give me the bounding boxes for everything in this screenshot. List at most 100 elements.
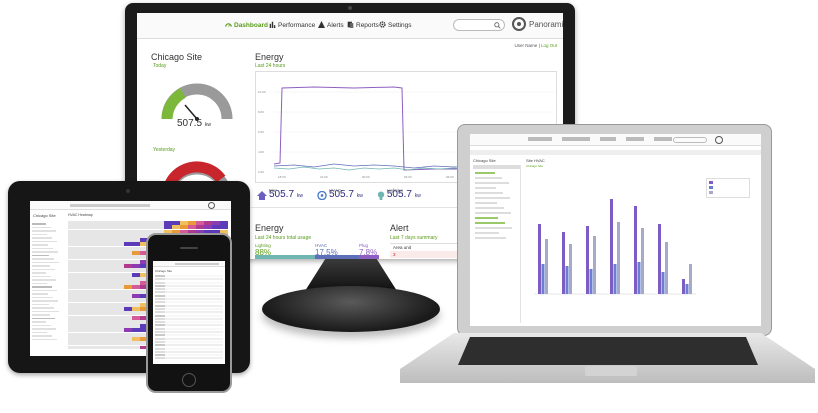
- sidebar-item[interactable]: [32, 338, 57, 340]
- table-row[interactable]: [155, 275, 223, 277]
- table-row[interactable]: [155, 331, 223, 334]
- sidebar-item[interactable]: [475, 177, 502, 179]
- sidebar-item[interactable]: [475, 192, 503, 194]
- sidebar-item[interactable]: [32, 244, 48, 246]
- sidebar-item[interactable]: [32, 289, 57, 291]
- sidebar-item[interactable]: [475, 217, 498, 219]
- sidebar-item[interactable]: [32, 335, 52, 337]
- sidebar-item[interactable]: [475, 232, 499, 234]
- table-row[interactable]: [155, 288, 223, 291]
- y-tick-label: 2.00: [258, 170, 264, 174]
- sidebar-item[interactable]: [475, 172, 495, 174]
- laptop-nav-settings[interactable]: [654, 137, 672, 141]
- laptop-search-input[interactable]: [673, 137, 707, 143]
- bar: [613, 264, 617, 294]
- table-row[interactable]: [155, 350, 223, 353]
- sidebar-item[interactable]: [32, 275, 51, 277]
- table-row[interactable]: [155, 281, 223, 284]
- heatmap-cell: [108, 345, 116, 349]
- table-row[interactable]: [155, 291, 223, 294]
- nav-alerts[interactable]: Alerts: [318, 21, 344, 29]
- sidebar-item[interactable]: [32, 268, 55, 270]
- sidebar-item[interactable]: [32, 261, 59, 263]
- table-row[interactable]: [155, 314, 223, 317]
- sidebar-item[interactable]: [475, 187, 496, 189]
- table-row[interactable]: [155, 327, 223, 330]
- table-row[interactable]: [155, 317, 223, 320]
- sidebar-item[interactable]: [32, 286, 52, 288]
- nav-settings[interactable]: Settings: [379, 21, 412, 29]
- laptop-nav-reports[interactable]: [626, 137, 644, 141]
- table-row[interactable]: [155, 344, 223, 347]
- table-row[interactable]: [155, 301, 223, 304]
- sidebar-item[interactable]: [32, 237, 52, 239]
- sidebar-item[interactable]: [32, 321, 46, 323]
- sidebar-item[interactable]: [32, 314, 50, 316]
- sidebar-item[interactable]: [475, 212, 511, 214]
- table-row[interactable]: [155, 357, 223, 360]
- sidebar-item[interactable]: [32, 272, 46, 274]
- nav-dashboard[interactable]: Dashboard: [225, 21, 268, 29]
- sidebar-item[interactable]: [32, 223, 46, 225]
- sidebar-item[interactable]: [475, 207, 504, 209]
- sidebar-item[interactable]: [32, 226, 51, 228]
- nav-performance[interactable]: Performance: [269, 21, 315, 29]
- sidebar-item[interactable]: [32, 258, 54, 260]
- bar: [541, 264, 545, 294]
- sidebar-item[interactable]: [475, 237, 506, 239]
- sidebar-item[interactable]: [32, 307, 54, 309]
- sidebar-item[interactable]: [32, 296, 53, 298]
- sidebar-item[interactable]: [475, 197, 510, 199]
- usage-bar: [255, 255, 379, 259]
- sidebar-item[interactable]: [32, 282, 47, 284]
- table-row[interactable]: [155, 321, 223, 324]
- sidebar-item[interactable]: [32, 331, 47, 333]
- table-row[interactable]: [155, 278, 223, 281]
- sidebar-item[interactable]: [32, 230, 56, 232]
- bar: [617, 222, 620, 294]
- sidebar-item[interactable]: [32, 254, 49, 256]
- laptop-trackpad[interactable]: [585, 366, 637, 376]
- sidebar-item[interactable]: [32, 251, 58, 253]
- table-row[interactable]: [155, 334, 223, 337]
- nav-reports[interactable]: Reports: [347, 21, 379, 29]
- table-row[interactable]: [155, 294, 223, 297]
- sidebar-item[interactable]: [475, 227, 512, 229]
- table-row[interactable]: [155, 354, 223, 357]
- energy-subtitle: Last 24 hours: [255, 63, 286, 69]
- sidebar-item[interactable]: [32, 317, 55, 319]
- table-row[interactable]: [155, 324, 223, 327]
- sidebar-item[interactable]: [32, 293, 48, 295]
- sidebar-item[interactable]: [32, 300, 58, 302]
- laptop-nav-alerts[interactable]: [600, 137, 616, 141]
- phone-screen: Chicago Site: [153, 261, 225, 364]
- sidebar-item[interactable]: [32, 233, 47, 235]
- sidebar-item[interactable]: [475, 202, 497, 204]
- table-row[interactable]: [155, 284, 223, 287]
- sidebar-item[interactable]: [32, 279, 56, 281]
- bar: [610, 199, 613, 294]
- phone-nav-items[interactable]: [175, 263, 219, 265]
- sidebar-item[interactable]: [32, 240, 57, 242]
- table-row[interactable]: [155, 337, 223, 340]
- sidebar-item[interactable]: [32, 303, 49, 305]
- sidebar-item[interactable]: [32, 265, 50, 267]
- table-row[interactable]: [155, 307, 223, 310]
- table-row[interactable]: [155, 347, 223, 350]
- sidebar-item[interactable]: [32, 324, 51, 326]
- laptop-nav-dashboard[interactable]: [528, 137, 552, 141]
- sidebar-item[interactable]: [475, 182, 509, 184]
- table-row[interactable]: [155, 311, 223, 314]
- tablet-nav-items[interactable]: [70, 204, 150, 207]
- table-row[interactable]: [155, 298, 223, 301]
- sidebar-item[interactable]: [32, 310, 59, 312]
- sidebar-item[interactable]: [475, 222, 505, 224]
- logout-link[interactable]: Log Out: [541, 43, 557, 48]
- table-row[interactable]: [155, 340, 223, 343]
- laptop-nav-performance[interactable]: [562, 137, 590, 141]
- table-row[interactable]: [155, 304, 223, 307]
- sidebar-item[interactable]: [32, 247, 53, 249]
- home-button[interactable]: [182, 373, 196, 387]
- search-input[interactable]: [453, 19, 505, 31]
- sidebar-item[interactable]: [32, 328, 56, 330]
